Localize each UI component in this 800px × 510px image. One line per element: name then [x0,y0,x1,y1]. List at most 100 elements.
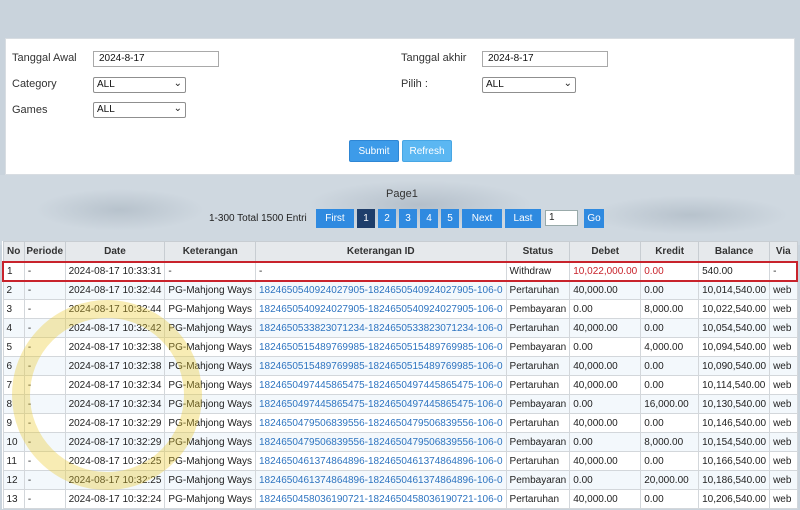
cell-keterangan-id[interactable]: - [254,260,507,282]
cell-via: web [769,470,798,490]
cell-status: Pertaruhan [505,318,571,338]
cell-periode: - [23,394,66,414]
cell-no: 13 [2,489,25,509]
chevron-down-icon: ⌄ [173,78,182,89]
tanggal-awal-input[interactable]: 2024-8-17 [93,51,219,67]
cell-date: 2024-08-17 10:32:34 [64,375,166,395]
table-row[interactable]: 10-2024-08-17 10:32:29 PG-Mahjong Ways 182… [2,432,798,452]
cell-via: web [769,489,798,509]
cell-no: 4 [2,318,25,338]
cell-keterangan: PG-Mahjong Ways [164,451,256,471]
table-row[interactable]: 12-2024-08-17 10:32:25 PG-Mahjong Ways 182… [2,470,798,490]
cell-keterangan-id[interactable]: 1824650515489769985-1824650515489769985-… [254,337,507,357]
cell-balance: 10,146,540.00 [698,413,771,433]
cell-kredit: 16,000.00 [640,394,700,414]
table-row[interactable]: 7-2024-08-17 10:32:34 PG-Mahjong Ways 1824… [2,375,798,395]
cell-periode: - [23,470,66,490]
cell-debet: 40,000.00 [569,375,642,395]
cell-keterangan-id[interactable]: 1824650461374864896-1824650461374864896-… [254,470,507,490]
table-row[interactable]: 4-2024-08-17 10:32:42 PG-Mahjong Ways 1824… [2,318,798,338]
cell-debet: 0.00 [569,432,642,452]
pager-page-1[interactable]: 1 [357,209,375,228]
table-row[interactable]: 5-2024-08-17 10:32:38 PG-Mahjong Ways 1824… [2,337,798,357]
cell-debet: 0.00 [569,394,642,414]
cell-keterangan: PG-Mahjong Ways [164,337,256,357]
cell-no: 7 [2,375,25,395]
table-row[interactable]: 6-2024-08-17 10:32:38 PG-Mahjong Ways 1824… [2,356,798,376]
games-select[interactable]: ALL ⌄ [93,102,186,118]
cell-keterangan-id[interactable]: 1824650497445865475-1824650497445865475-… [254,375,507,395]
cell-keterangan-id[interactable]: 1824650497445865475-1824650497445865475-… [254,394,507,414]
cell-date: 2024-08-17 10:32:38 [64,337,166,357]
cell-date: 2024-08-17 10:33:31 [64,260,166,282]
cell-balance: 10,130,540.00 [698,394,771,414]
cell-status: Pembayaran [505,432,571,452]
pager-page-2[interactable]: 2 [378,209,396,228]
refresh-button[interactable]: Refresh [402,140,452,162]
tanggal-akhir-input[interactable]: 2024-8-17 [482,51,608,67]
pilih-label: Pilih : [401,78,428,90]
cell-keterangan-id[interactable]: 1824650515489769985-1824650515489769985-… [254,356,507,376]
cell-keterangan-id[interactable]: 1824650540924027905-1824650540924027905-… [254,280,507,300]
cell-no: 10 [2,432,25,452]
cell-via: web [769,280,798,300]
pager-page-4[interactable]: 4 [420,209,438,228]
pager-last-button[interactable]: Last [505,209,541,228]
cell-keterangan-id[interactable]: 1824650540924027905-1824650540924027905-… [254,299,507,319]
table-row[interactable]: 9-2024-08-17 10:32:29 PG-Mahjong Ways 1824… [2,413,798,433]
category-label: Category [12,78,57,90]
cell-status: Pembayaran [505,337,571,357]
cell-keterangan: - [164,260,256,282]
cell-periode: - [23,260,66,282]
games-select-value: ALL [97,104,115,115]
category-select-value: ALL [97,79,115,90]
cell-keterangan-id[interactable]: 1824650461374864896-1824650461374864896-… [254,451,507,471]
pager-page-5[interactable]: 5 [441,209,459,228]
pilih-select[interactable]: ALL ⌄ [482,77,576,93]
col-header-no[interactable]: No [2,241,25,262]
col-header-periode[interactable]: Periode [23,241,66,262]
col-header-kredit[interactable]: Kredit [640,241,700,262]
cell-keterangan-id[interactable]: 1824650533823071234-1824650533823071234-… [254,318,507,338]
col-header-debet[interactable]: Debet [569,241,642,262]
table-row[interactable]: 8-2024-08-17 10:32:34 PG-Mahjong Ways 1824… [2,394,798,414]
cell-debet: 0.00 [569,470,642,490]
pager-go-button[interactable]: Go [584,209,604,228]
cell-keterangan-id[interactable]: 1824650479506839556-1824650479506839556-… [254,413,507,433]
cell-periode: - [23,432,66,452]
cell-kredit: 0.00 [640,356,700,376]
table-row[interactable]: 11-2024-08-17 10:32:25 PG-Mahjong Ways 182… [2,451,798,471]
cell-kredit: 8,000.00 [640,299,700,319]
category-select[interactable]: ALL ⌄ [93,77,186,93]
table-row[interactable]: 1-2024-08-17 10:33:31- - Withdraw 10,022,00… [1,260,799,282]
col-header-date[interactable]: Date [64,241,166,262]
cell-keterangan-id[interactable]: 1824650458036190721-1824650458036190721-… [254,489,507,509]
cell-keterangan-id[interactable]: 1824650479506839556-1824650479506839556-… [254,432,507,452]
cell-status: Pertaruhan [505,413,571,433]
cell-via: web [769,356,798,376]
cell-kredit: 8,000.00 [640,432,700,452]
col-header-status[interactable]: Status [505,241,571,262]
cell-via: web [769,375,798,395]
col-header-balance[interactable]: Balance [698,241,771,262]
table-row[interactable]: 13-2024-08-17 10:32:24 PG-Mahjong Ways 182… [2,489,798,509]
pager-page-3[interactable]: 3 [399,209,417,228]
col-header-via[interactable]: Via [769,241,798,262]
cell-periode: - [23,280,66,300]
cell-kredit: 0.00 [640,318,700,338]
table-row[interactable]: 3-2024-08-17 10:32:44 PG-Mahjong Ways 1824… [2,299,798,319]
pager-next-button[interactable]: Next [462,209,502,228]
games-label: Games [12,104,48,116]
cell-no: 1 [1,260,25,282]
cell-date: 2024-08-17 10:32:38 [64,356,166,376]
submit-button[interactable]: Submit [349,140,399,162]
table-row[interactable]: 2-2024-08-17 10:32:44 PG-Mahjong Ways 1824… [2,280,798,300]
cell-date: 2024-08-17 10:32:44 [64,280,166,300]
page-number-input[interactable]: 1 [545,210,578,226]
pager-first-button[interactable]: First [316,209,354,228]
col-header-keterangan[interactable]: Keterangan [164,241,256,262]
cell-kredit: 0.00 [640,260,700,282]
cell-date: 2024-08-17 10:32:29 [64,413,166,433]
col-header-keterangan-id[interactable]: Keterangan ID [254,241,507,262]
cell-periode: - [23,489,66,509]
